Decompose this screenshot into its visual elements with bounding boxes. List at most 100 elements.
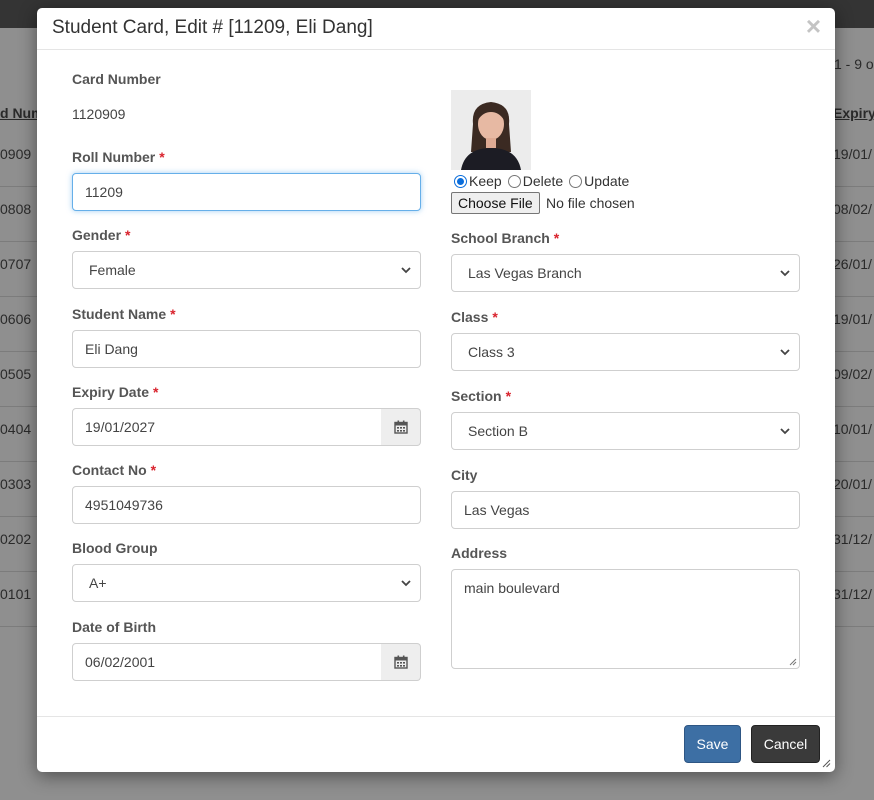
school-branch-value: Las Vegas Branch — [468, 265, 582, 281]
table-cell-card-number: 0505 — [0, 366, 32, 382]
school-branch-label-text: School Branch — [451, 230, 550, 246]
contact-no-input[interactable]: 4951049736 — [72, 486, 421, 524]
address-label: Address — [451, 545, 508, 561]
date-of-birth-input[interactable]: 06/02/2001 — [72, 643, 382, 681]
school-branch-select[interactable]: Las Vegas Branch — [451, 254, 800, 292]
update-radio-label[interactable]: Update — [584, 173, 629, 189]
blood-group-select[interactable]: A+ — [72, 564, 421, 602]
table-cell-card-number: 0707 — [0, 256, 32, 272]
modal-header: Student Card, Edit # [11209, Eli Dang] × — [37, 8, 835, 50]
student-photo — [451, 90, 531, 170]
choose-file-button[interactable]: Choose File — [451, 192, 540, 214]
keep-radio[interactable] — [454, 174, 467, 188]
roll-number-value: 11209 — [85, 184, 123, 200]
table-cell-card-number: 0202 — [0, 531, 32, 547]
save-button[interactable]: Save — [684, 725, 741, 763]
table-cell-card-number: 0808 — [0, 201, 32, 217]
roll-number-input[interactable]: 11209 — [72, 173, 421, 211]
gender-select[interactable]: Female — [72, 251, 421, 289]
keep-radio-label[interactable]: Keep — [469, 173, 502, 189]
calendar-icon — [393, 655, 408, 669]
modal-footer-divider — [37, 716, 835, 717]
blood-group-value: A+ — [89, 575, 107, 591]
table-cell-expiry: 26/01/ — [833, 256, 872, 272]
expiry-date-value: 19/01/2027 — [85, 419, 156, 435]
city-label: City — [451, 467, 478, 483]
close-icon[interactable]: × — [806, 13, 821, 39]
card-number-label: Card Number — [72, 71, 161, 87]
table-cell-expiry: 09/02/ — [833, 366, 872, 382]
student-name-input[interactable]: Eli Dang — [72, 330, 421, 368]
required-marker: * — [505, 388, 512, 404]
student-photo-image — [451, 90, 531, 170]
student-name-label: Student Name * — [72, 306, 176, 322]
table-cell-expiry: 08/02/ — [833, 201, 872, 217]
contact-no-label: Contact No * — [72, 462, 156, 478]
delete-radio-label[interactable]: Delete — [523, 173, 563, 189]
gender-label-text: Gender — [72, 227, 122, 243]
chevron-down-icon — [401, 267, 411, 274]
modal-resize-grip-icon[interactable] — [822, 759, 831, 768]
table-cell-expiry: 19/01/ — [833, 146, 872, 162]
city-value: Las Vegas — [464, 502, 530, 518]
student-name-label-text: Student Name — [72, 306, 167, 322]
table-cell-expiry: 19/01/ — [833, 311, 872, 327]
section-select[interactable]: Section B — [451, 412, 800, 450]
resize-grip-icon[interactable] — [789, 658, 797, 666]
table-cell-expiry: 10/01/ — [833, 421, 872, 437]
required-marker: * — [150, 462, 157, 478]
table-cell-expiry: 20/01/ — [833, 476, 872, 492]
column-header-expiry[interactable]: Expiry — [833, 105, 874, 121]
chevron-down-icon — [401, 580, 411, 587]
class-label: Class * — [451, 309, 498, 325]
contact-no-label-text: Contact No — [72, 462, 147, 478]
table-cell-card-number: 0101 — [0, 586, 32, 602]
required-marker: * — [492, 309, 498, 325]
section-label-text: Section — [451, 388, 502, 404]
date-of-birth-value: 06/02/2001 — [85, 654, 156, 670]
table-cell-card-number: 0303 — [0, 476, 32, 492]
table-cell-card-number: 0909 — [0, 146, 32, 162]
expiry-date-label-text: Expiry Date — [72, 384, 150, 400]
card-number-value: 1120909 — [72, 106, 126, 122]
date-of-birth-calendar-button[interactable] — [381, 643, 421, 681]
pager-text: 1 - 9 o — [834, 56, 874, 72]
address-textarea[interactable]: main boulevard — [451, 569, 800, 669]
roll-number-label: Roll Number * — [72, 149, 165, 165]
modal-title: Student Card, Edit # [11209, Eli Dang] — [52, 17, 373, 38]
table-cell-card-number: 0606 — [0, 311, 32, 327]
required-marker: * — [153, 384, 159, 400]
school-branch-label: School Branch * — [451, 230, 559, 246]
expiry-date-label: Expiry Date * — [72, 384, 159, 400]
update-radio[interactable] — [569, 174, 583, 188]
required-marker: * — [159, 149, 165, 165]
required-marker: * — [553, 230, 560, 246]
blood-group-label: Blood Group — [72, 540, 158, 556]
delete-radio[interactable] — [507, 174, 521, 188]
required-marker: * — [125, 227, 131, 243]
chevron-down-icon — [780, 270, 790, 277]
photo-action-radios: Keep Delete Update — [454, 173, 633, 189]
section-value: Section B — [468, 423, 528, 439]
table-cell-card-number: 0404 — [0, 421, 32, 437]
required-marker: * — [170, 306, 176, 322]
city-input[interactable]: Las Vegas — [451, 491, 800, 529]
expiry-date-input[interactable]: 19/01/2027 — [72, 408, 382, 446]
gender-value: Female — [89, 262, 136, 278]
chevron-down-icon — [780, 349, 790, 356]
class-label-text: Class — [451, 309, 489, 325]
date-of-birth-label: Date of Birth — [72, 619, 156, 635]
class-value: Class 3 — [468, 344, 515, 360]
student-name-value: Eli Dang — [85, 341, 138, 357]
cancel-button[interactable]: Cancel — [751, 725, 820, 763]
section-label: Section * — [451, 388, 511, 404]
expiry-date-calendar-button[interactable] — [381, 408, 421, 446]
class-select[interactable]: Class 3 — [451, 333, 800, 371]
table-cell-expiry: 31/12/ — [833, 531, 872, 547]
student-card-edit-modal: Student Card, Edit # [11209, Eli Dang] ×… — [37, 8, 835, 772]
address-value: main boulevard — [464, 580, 560, 596]
calendar-icon — [393, 420, 408, 434]
contact-no-value: 4951049736 — [85, 497, 163, 513]
gender-label: Gender * — [72, 227, 130, 243]
table-cell-expiry: 31/12/ — [833, 586, 872, 602]
